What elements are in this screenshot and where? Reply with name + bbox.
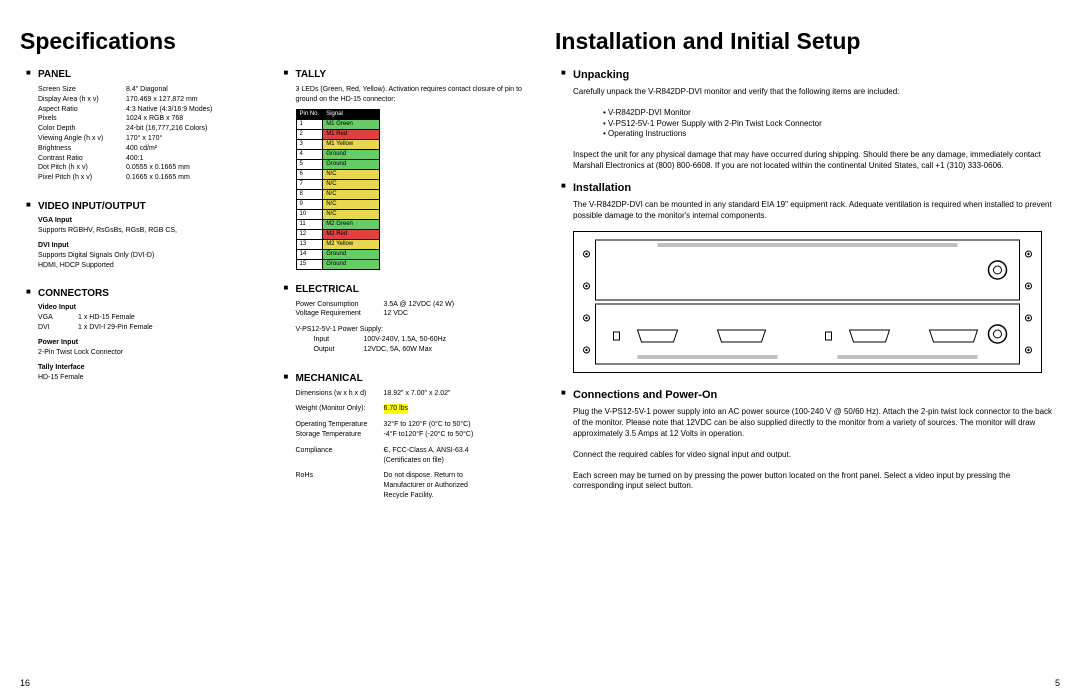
electrical-head: ELECTRICAL	[278, 284, 526, 295]
connections-p2: Connect the required cables for video si…	[573, 450, 1060, 461]
panel-head: PANEL	[20, 69, 268, 80]
pin-row: 3M1 Yellow	[296, 139, 380, 149]
spec-row: Operating Temperature32°F to 120°F (0°C …	[296, 420, 526, 430]
connections-p1: Plug the V-PS12-5V-1 power supply into a…	[573, 407, 1060, 439]
page-num-right: 5	[1055, 678, 1060, 688]
spec-row: Display Area (h x v)170.469 x 127.872 mm	[38, 95, 268, 105]
tally-desc: 3 LEDs (Green, Red, Yellow). Activation …	[278, 85, 526, 105]
pin-row: 6N/C	[296, 169, 380, 179]
pin-row: 14Ground	[296, 249, 380, 259]
install-title: Installation and Initial Setup	[555, 28, 1060, 55]
tally-table: Pin No.Signal 1M1 Green2M1 Red3M1 Yellow…	[296, 109, 381, 270]
spec-row: Dot Pitch (h x v)0.0555 x 0.1665 mm	[38, 163, 268, 173]
pin-row: 9N/C	[296, 199, 380, 209]
installation-head: Installation	[555, 182, 1060, 194]
spec-row: Voltage Requirement12 VDC	[296, 309, 526, 319]
connectors-head: CONNECTORS	[20, 288, 268, 299]
dvi-head: DVI Input	[38, 242, 268, 249]
spec-row: Input100V-240V, 1.5A, 50-60Hz	[314, 335, 526, 345]
weight-value: 6.70 lbs	[384, 404, 409, 414]
pin-row: 11M2 Green	[296, 219, 380, 229]
list-item: V-PS12-5V-1 Power Supply with 2-Pin Twis…	[603, 119, 1060, 130]
pin-row: 12M2 Red	[296, 229, 380, 239]
pin-row: 13M2 Yellow	[296, 239, 380, 249]
unpacking-p1: Carefully unpack the V-R842DP-DVI monito…	[573, 87, 1060, 98]
pin-row: 5Ground	[296, 159, 380, 169]
vga-text: Supports RGBHV, RsGsBs, RGsB, RGB CS,	[38, 226, 268, 236]
connections-p3: Each screen may be turned on by pressing…	[573, 471, 1060, 493]
conn-ti-head: Tally Interface	[38, 364, 268, 371]
conn-vi-head: Video Input	[38, 304, 268, 311]
spec-row: Pixel Pitch (h x v)0.1665 x 0.1665 mm	[38, 173, 268, 183]
tally-head: TALLY	[278, 69, 526, 80]
vga-head: VGA Input	[38, 217, 268, 224]
pin-row: 8N/C	[296, 189, 380, 199]
conn-pi-head: Power Input	[38, 339, 268, 346]
rack-diagram	[573, 231, 1042, 373]
conn-ti-text: HD-15 Female	[38, 373, 268, 383]
spec-row: VGA1 x HD-15 Female	[38, 313, 268, 323]
unpacking-p2: Inspect the unit for any physical damage…	[573, 150, 1060, 172]
spec-row: Output12VDC, 5A, 60W Max	[314, 345, 526, 355]
spec-row: Viewing Angle (h x v)170° x 170°	[38, 134, 268, 144]
conn-pi-text: 2-Pin Twist Lock Connector	[38, 348, 268, 358]
pin-row: 7N/C	[296, 179, 380, 189]
pin-row: 4Ground	[296, 149, 380, 159]
spec-row: DVI1 x DVI-I 29-Pin Female	[38, 323, 268, 333]
ps-head: V-PS12-5V-1 Power Supply:	[296, 325, 526, 335]
dvi-text: Supports Digital Signals Only (DVI-D) HD…	[38, 251, 268, 271]
spec-row: Storage Temperature-4°F to120°F (-20°C t…	[296, 430, 526, 440]
spec-row: Brightness400 cd/m²	[38, 144, 268, 154]
pin-row: 1M1 Green	[296, 119, 380, 129]
spec-row: Screen Size8.4" Diagonal	[38, 85, 268, 95]
video-head: VIDEO INPUT/OUTPUT	[20, 201, 268, 212]
spec-row: Power Consumption3.5A @ 12VDC (42 W)	[296, 300, 526, 310]
page-num-left: 16	[20, 678, 30, 688]
unpacking-head: Unpacking	[555, 69, 1060, 81]
mechanical-head: MECHANICAL	[278, 373, 526, 384]
specs-title: Specifications	[20, 28, 525, 55]
pin-row: 10N/C	[296, 209, 380, 219]
list-item: Operating Instructions	[603, 129, 1060, 140]
list-item: V-R842DP-DVI Monitor	[603, 108, 1060, 119]
pin-row: 2M1 Red	[296, 129, 380, 139]
connections-head: Connections and Power-On	[555, 389, 1060, 401]
installation-p1: The V-R842DP-DVI can be mounted in any s…	[573, 200, 1060, 222]
spec-row: Pixels1024 x RGB x 768	[38, 114, 268, 124]
spec-row: Aspect Ratio4:3 Native (4:3/16:9 Modes)	[38, 105, 268, 115]
pin-row: 15Ground	[296, 259, 380, 269]
spec-row: Color Depth24-bit (16,777,216 Colors)	[38, 124, 268, 134]
spec-row: Contrast Ratio400:1	[38, 154, 268, 164]
